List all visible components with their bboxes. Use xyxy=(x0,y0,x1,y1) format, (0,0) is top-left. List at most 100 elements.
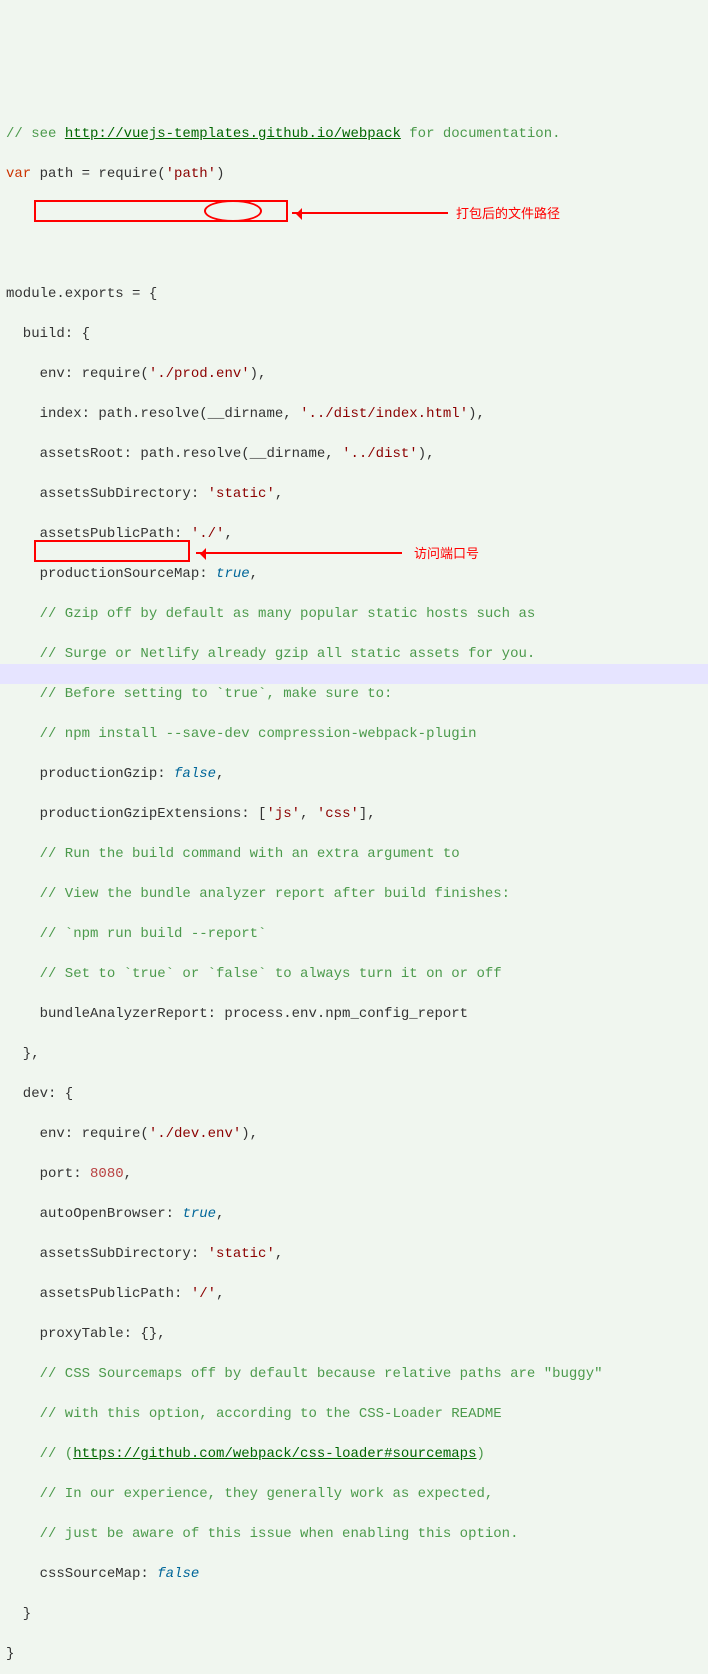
code-comment: // Before setting to `true`, make sure t… xyxy=(6,686,392,702)
code-line: productionGzip: false, xyxy=(0,764,708,784)
code-line: // Run the build command with an extra a… xyxy=(0,844,708,864)
code-string: 'css' xyxy=(317,806,359,822)
annotation-label-2: 访问端口号 xyxy=(414,544,479,564)
code-line: var path = require('path') xyxy=(0,164,708,184)
code-line: // CSS Sourcemaps off by default because… xyxy=(0,1364,708,1384)
code-line: // see http://vuejs-templates.github.io/… xyxy=(0,124,708,144)
code-boolean: false xyxy=(174,766,216,782)
code-text: port: xyxy=(6,1166,90,1182)
code-text: } xyxy=(6,1646,14,1662)
code-string: './dev.env' xyxy=(149,1126,241,1142)
code-text: assetsSubDirectory: xyxy=(6,486,208,502)
code-line: } xyxy=(0,1644,708,1664)
code-string: '../dist/index.html' xyxy=(300,406,468,422)
code-line: dev: { xyxy=(0,1084,708,1104)
code-text: , xyxy=(275,1246,283,1262)
code-comment: ) xyxy=(476,1446,484,1462)
code-comment: // just be aware of this issue when enab… xyxy=(6,1526,518,1542)
code-text: , xyxy=(250,566,258,582)
code-comment: // ( xyxy=(6,1446,73,1462)
code-string: './prod.env' xyxy=(149,366,250,382)
code-line: assetsSubDirectory: 'static', xyxy=(0,1244,708,1264)
code-string: 'path' xyxy=(166,166,216,182)
code-line: // npm install --save-dev compression-we… xyxy=(0,724,708,744)
code-text: ), xyxy=(468,406,485,422)
code-number: 8080 xyxy=(90,1166,124,1182)
code-string: '/' xyxy=(191,1286,216,1302)
code-comment: // In our experience, they generally wor… xyxy=(6,1486,493,1502)
code-text: build: { xyxy=(6,326,90,342)
code-text: index: path.resolve(__dirname, xyxy=(6,406,300,422)
code-line: // Gzip off by default as many popular s… xyxy=(0,604,708,624)
code-line: } xyxy=(0,1604,708,1624)
annotation-arrow-2 xyxy=(196,552,402,554)
code-text: ], xyxy=(359,806,376,822)
code-line: cssSourceMap: false xyxy=(0,1564,708,1584)
code-text: assetsPublicPath: xyxy=(6,1286,191,1302)
code-line: productionGzipExtensions: ['js', 'css'], xyxy=(0,804,708,824)
code-line: }, xyxy=(0,1044,708,1064)
code-line: port: 8080, xyxy=(0,1164,708,1184)
code-text: cssSourceMap: xyxy=(6,1566,157,1582)
code-comment: // Gzip off by default as many popular s… xyxy=(6,606,535,622)
code-line: env: require('./prod.env'), xyxy=(0,364,708,384)
code-text: dev: { xyxy=(6,1086,73,1102)
code-line xyxy=(0,244,708,264)
code-text: module.exports = { xyxy=(6,286,157,302)
code-comment: // npm install --save-dev compression-we… xyxy=(6,726,476,742)
code-text: , xyxy=(124,1166,132,1182)
code-text: assetsPublicPath: xyxy=(6,526,191,542)
code-text: path = require( xyxy=(31,166,165,182)
code-string: 'static' xyxy=(208,486,275,502)
code-text: productionSourceMap: xyxy=(6,566,216,582)
code-line: // Surge or Netlify already gzip all sta… xyxy=(0,644,708,664)
code-line: proxyTable: {}, xyxy=(0,1324,708,1344)
code-line: build: { xyxy=(0,324,708,344)
code-line: env: require('./dev.env'), xyxy=(0,1124,708,1144)
code-comment: // CSS Sourcemaps off by default because… xyxy=(6,1366,603,1382)
code-boolean: true xyxy=(182,1206,216,1222)
code-text: proxyTable: {}, xyxy=(6,1326,166,1342)
code-comment: // Run the build command with an extra a… xyxy=(6,846,460,862)
code-text: assetsRoot: path.resolve(__dirname, xyxy=(6,446,342,462)
code-text: productionGzipExtensions: [ xyxy=(6,806,266,822)
code-text: autoOpenBrowser: xyxy=(6,1206,182,1222)
code-text: bundleAnalyzerReport: process.env.npm_co… xyxy=(6,1006,468,1022)
annotation-label-1: 打包后的文件路径 xyxy=(456,204,560,224)
code-line: autoOpenBrowser: true, xyxy=(0,1204,708,1224)
code-line: // `npm run build --report` xyxy=(0,924,708,944)
code-string: 'js' xyxy=(266,806,300,822)
code-text: ), xyxy=(418,446,435,462)
code-string: '../dist' xyxy=(342,446,418,462)
code-line: // Before setting to `true`, make sure t… xyxy=(0,684,708,704)
code-comment: // Set to `true` or `false` to always tu… xyxy=(6,966,502,982)
code-line: module.exports = { xyxy=(0,284,708,304)
code-line: index: path.resolve(__dirname, '../dist/… xyxy=(0,404,708,424)
code-text: , xyxy=(224,526,232,542)
code-line: // In our experience, they generally wor… xyxy=(0,1484,708,1504)
code-line: // (https://github.com/webpack/css-loade… xyxy=(0,1444,708,1464)
code-text: env: require( xyxy=(6,366,149,382)
code-text: , xyxy=(275,486,283,502)
code-text: , xyxy=(216,1206,224,1222)
code-string: './' xyxy=(191,526,225,542)
code-line: bundleAnalyzerReport: process.env.npm_co… xyxy=(0,1004,708,1024)
code-boolean: true xyxy=(216,566,250,582)
code-line: assetsSubDirectory: 'static', xyxy=(0,484,708,504)
code-text: , xyxy=(300,806,317,822)
code-line: // Set to `true` or `false` to always tu… xyxy=(0,964,708,984)
code-text: , xyxy=(216,766,224,782)
code-text: productionGzip: xyxy=(6,766,174,782)
code-comment: // with this option, according to the CS… xyxy=(6,1406,502,1422)
highlighted-line xyxy=(0,664,708,684)
code-text: // see xyxy=(6,126,65,142)
doc-link[interactable]: http://vuejs-templates.github.io/webpack xyxy=(65,126,401,142)
code-text: for documentation. xyxy=(401,126,561,142)
sourcemaps-link[interactable]: https://github.com/webpack/css-loader#so… xyxy=(73,1446,476,1462)
code-line: assetsRoot: path.resolve(__dirname, '../… xyxy=(0,444,708,464)
code-comment: // View the bundle analyzer report after… xyxy=(6,886,510,902)
code-comment: // Surge or Netlify already gzip all sta… xyxy=(6,646,535,662)
code-text: }, xyxy=(6,1046,40,1062)
code-string: 'static' xyxy=(208,1246,275,1262)
code-line: // View the bundle analyzer report after… xyxy=(0,884,708,904)
